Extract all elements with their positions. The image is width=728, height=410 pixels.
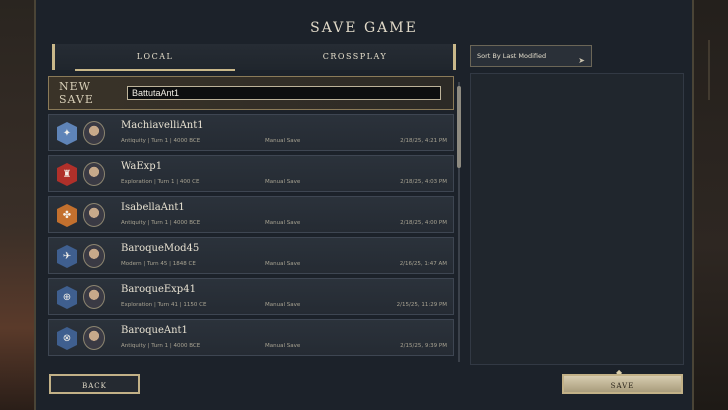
crest-glyph-icon: ⊕ [62,292,72,303]
save-date: 2/15/25, 9:39 PM [400,343,447,349]
leader-portrait [83,203,105,227]
scroll-thumb[interactable] [457,86,461,168]
new-save-label: NEW SAVE [59,80,94,106]
save-row[interactable]: ✦ MachiavelliAnt1 Antiquity | Turn 1 | 400… [48,114,454,151]
save-row[interactable]: ♜ WaExp1 Exploration | Turn 1 | 400 CE Manu… [48,155,454,192]
civ-crest-icon: ✤ [57,204,77,227]
save-list: NEW SAVE ✦ MachiavelliAnt1 Antiquity | Tur… [48,76,454,366]
background-left [0,0,38,410]
civ-crest-icon: ♜ [57,163,77,186]
civ-crest-icon: ✦ [57,122,77,145]
save-type: Manual Save [265,220,301,226]
save-row[interactable]: ⊕ BaroqueExp41 Exploration | Turn 41 | 115… [48,278,454,315]
save-date: 2/18/25, 4:00 PM [400,220,447,226]
background-right [692,0,728,410]
save-type: Manual Save [265,179,301,185]
sort-label: Sort By Last Modified [477,52,547,60]
tab-crossplay[interactable]: CROSSPLAY [255,44,455,70]
leader-portrait [83,326,105,350]
new-save-row: NEW SAVE [48,76,454,110]
save-date: 2/15/25, 11:29 PM [396,302,447,308]
save-name: IsabellaAnt1 [121,202,185,213]
save-game-panel: SAVE GAME LOCAL CROSSPLAY Sort By Last M… [34,0,694,410]
save-meta: Exploration | Turn 1 | 400 CE [121,179,200,185]
crest-glyph-icon: ✈ [62,251,72,262]
save-meta: Antiquity | Turn 1 | 4000 BCE [121,138,201,144]
back-button[interactable]: BACK [49,374,140,394]
save-name-input[interactable] [127,86,441,100]
save-type: Manual Save [265,138,301,144]
save-row[interactable]: ✈ BaroqueMod45 Modern | Turn 45 | 1848 CE M… [48,237,454,274]
leader-portrait [83,285,105,309]
save-row[interactable]: ⊗ BaroqueAnt1 Antiquity | Turn 1 | 4000 BC… [48,319,454,356]
leader-portrait [83,162,105,186]
save-name: BaroqueAnt1 [121,325,188,336]
civ-crest-icon: ⊗ [57,327,77,350]
save-button[interactable]: SAVE [562,374,683,394]
save-type: Manual Save [265,261,301,267]
save-meta: Exploration | Turn 41 | 1150 CE [121,302,207,308]
sort-dropdown[interactable]: Sort By Last Modified ➤ [470,45,592,67]
save-meta: Antiquity | Turn 1 | 4000 BCE [121,220,201,226]
save-name: MachiavelliAnt1 [121,120,204,131]
save-preview-pane [470,73,684,365]
leader-portrait [83,121,105,145]
crest-glyph-icon: ✦ [62,128,72,139]
leader-portrait [83,244,105,268]
civ-crest-icon: ✈ [57,245,77,268]
sort-arrow-icon: ➤ [578,56,585,65]
crest-glyph-icon: ♜ [62,169,72,180]
save-type: Manual Save [265,302,301,308]
crest-glyph-icon: ⊗ [62,333,72,344]
save-name: BaroqueExp41 [121,284,196,295]
tab-bar: LOCAL CROSSPLAY [52,44,456,71]
save-meta: Antiquity | Turn 1 | 4000 BCE [121,343,201,349]
save-date: 2/16/25, 1:47 AM [399,261,447,267]
scrollbar[interactable] [456,76,462,366]
crest-glyph-icon: ✤ [62,210,72,221]
ornament [708,40,720,100]
save-row[interactable]: ✤ IsabellaAnt1 Antiquity | Turn 1 | 4000 B… [48,196,454,233]
save-name: WaExp1 [121,161,163,172]
civ-crest-icon: ⊕ [57,286,77,309]
tab-local[interactable]: LOCAL [55,44,255,71]
page-title: SAVE GAME [310,20,418,36]
save-type: Manual Save [265,343,301,349]
save-name: BaroqueMod45 [121,243,200,254]
save-date: 2/18/25, 4:21 PM [400,138,447,144]
save-date: 2/18/25, 4:03 PM [400,179,447,185]
save-meta: Modern | Turn 45 | 1848 CE [121,261,196,267]
